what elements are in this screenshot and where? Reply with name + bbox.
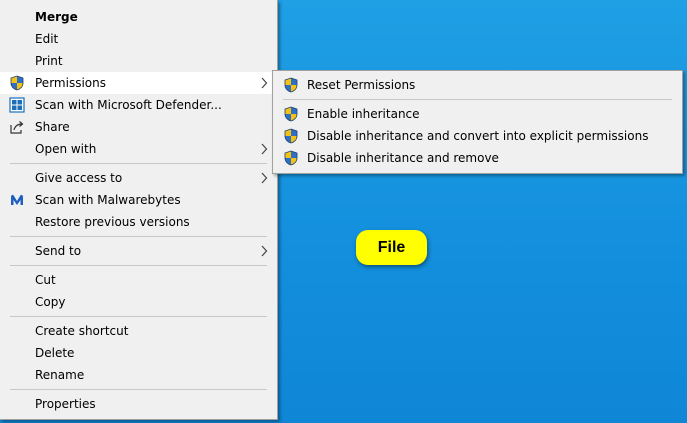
menu-item-edit[interactable]: Edit	[0, 28, 277, 50]
permissions-submenu: Reset Permissions Enable inheritance Dis…	[272, 70, 683, 174]
uac-shield-icon	[284, 128, 298, 144]
menu-item-print[interactable]: Print	[0, 50, 277, 72]
menu-item-label: Restore previous versions	[35, 215, 190, 229]
menu-separator	[10, 236, 267, 237]
menu-item-open-with[interactable]: Open with	[0, 138, 277, 160]
uac-shield-icon	[10, 75, 24, 91]
submenu-item-label: Disable inheritance and convert into exp…	[307, 129, 649, 143]
submenu-item-disable-inheritance-remove[interactable]: Disable inheritance and remove	[273, 147, 682, 169]
context-menu: Merge Edit Print Permissions Scan with M…	[0, 0, 278, 420]
chevron-right-icon	[261, 77, 268, 89]
uac-shield-icon	[284, 77, 298, 93]
menu-item-share[interactable]: Share	[0, 116, 277, 138]
menu-item-label: Scan with Malwarebytes	[35, 193, 181, 207]
uac-shield-icon	[284, 106, 298, 122]
menu-item-label: Properties	[35, 397, 96, 411]
menu-item-label: Print	[35, 54, 63, 68]
menu-item-delete[interactable]: Delete	[0, 342, 277, 364]
menu-item-label: Open with	[35, 142, 97, 156]
menu-item-properties[interactable]: Properties	[0, 393, 277, 415]
menu-item-scan-malwarebytes[interactable]: Scan with Malwarebytes	[0, 189, 277, 211]
menu-separator	[10, 163, 267, 164]
defender-scan-icon	[9, 97, 25, 113]
menu-item-cut[interactable]: Cut	[0, 269, 277, 291]
menu-item-label: Cut	[35, 273, 56, 287]
malwarebytes-icon	[11, 194, 23, 205]
submenu-item-reset-permissions[interactable]: Reset Permissions	[273, 74, 682, 96]
menu-item-label: Share	[35, 120, 70, 134]
menu-item-label: Delete	[35, 346, 75, 360]
chevron-right-icon	[261, 143, 268, 155]
submenu-item-enable-inheritance[interactable]: Enable inheritance	[273, 103, 682, 125]
file-badge: File	[356, 230, 427, 265]
submenu-item-label: Enable inheritance	[307, 107, 420, 121]
menu-item-label: Edit	[35, 32, 59, 46]
chevron-right-icon	[261, 245, 268, 257]
menu-separator	[10, 316, 267, 317]
menu-item-label: Send to	[35, 244, 82, 258]
submenu-separator	[283, 99, 672, 100]
menu-separator	[10, 265, 267, 266]
menu-item-label: Copy	[35, 295, 66, 309]
menu-item-label: Permissions	[35, 76, 106, 90]
menu-item-label: Rename	[35, 368, 85, 382]
menu-separator	[10, 389, 267, 390]
menu-item-send-to[interactable]: Send to	[0, 240, 277, 262]
submenu-item-label: Reset Permissions	[307, 78, 416, 92]
submenu-item-disable-inheritance-convert[interactable]: Disable inheritance and convert into exp…	[273, 125, 682, 147]
menu-item-label: Merge	[35, 10, 78, 24]
menu-item-give-access[interactable]: Give access to	[0, 167, 277, 189]
menu-item-permissions[interactable]: Permissions	[0, 72, 277, 94]
menu-item-label: Give access to	[35, 171, 123, 185]
menu-item-create-shortcut[interactable]: Create shortcut	[0, 320, 277, 342]
share-icon	[10, 121, 24, 134]
submenu-item-label: Disable inheritance and remove	[307, 151, 499, 165]
chevron-right-icon	[261, 172, 268, 184]
menu-item-label: Create shortcut	[35, 324, 129, 338]
menu-item-copy[interactable]: Copy	[0, 291, 277, 313]
menu-item-scan-defender[interactable]: Scan with Microsoft Defender...	[0, 94, 277, 116]
uac-shield-icon	[284, 150, 298, 166]
menu-item-merge[interactable]: Merge	[0, 6, 277, 28]
menu-item-rename[interactable]: Rename	[0, 364, 277, 386]
menu-item-label: Scan with Microsoft Defender...	[35, 98, 222, 112]
menu-item-restore-previous-versions[interactable]: Restore previous versions	[0, 211, 277, 233]
